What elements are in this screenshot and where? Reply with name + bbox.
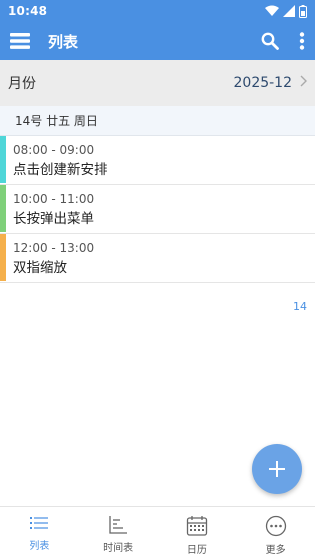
nav-item-list[interactable]: 列表	[0, 507, 79, 560]
status-icons	[265, 4, 307, 18]
day-count: 14	[293, 300, 307, 313]
event-color-bar	[0, 185, 6, 232]
day-header: 14号 廿五 周日	[0, 106, 315, 136]
nav-label: 更多	[265, 545, 286, 556]
nav-label: 时间表	[103, 543, 134, 554]
month-selector[interactable]: 月份 2025-12	[0, 60, 315, 106]
signal-icon	[283, 5, 295, 17]
event-time: 10:00 - 11:00	[13, 192, 95, 206]
app-bar: 列表	[0, 22, 315, 60]
search-icon[interactable]	[261, 32, 279, 50]
nav-item-timetable[interactable]: 时间表	[79, 507, 158, 560]
nav-label: 列表	[29, 541, 50, 552]
wifi-icon	[265, 5, 279, 16]
event-item[interactable]: 12:00 - 13:00 双指缩放	[0, 234, 315, 283]
status-time: 10:48	[8, 4, 48, 18]
more-vert-icon[interactable]	[299, 32, 305, 50]
event-item[interactable]: 10:00 - 11:00 长按弹出菜单	[0, 185, 315, 234]
more-icon	[265, 515, 286, 537]
month-value: 2025-12	[233, 75, 293, 91]
battery-icon	[299, 4, 307, 18]
status-bar: 10:48	[0, 0, 315, 22]
event-time: 08:00 - 09:00	[13, 143, 95, 157]
calendar-icon	[186, 516, 208, 536]
page-title: 列表	[48, 32, 79, 51]
day-header-text: 14号 廿五 周日	[15, 114, 98, 128]
chevron-right-icon	[300, 75, 307, 91]
event-item[interactable]: 08:00 - 09:00 点击创建新安排	[0, 136, 315, 185]
month-label: 月份	[8, 76, 36, 92]
add-button[interactable]	[252, 444, 302, 494]
nav-item-more[interactable]: 更多	[236, 507, 315, 560]
bottom-nav: 列表 时间表 日历 更多	[0, 506, 315, 560]
event-list: 08:00 - 09:00 点击创建新安排 10:00 - 11:00 长按弹出…	[0, 136, 315, 283]
timeline-icon	[109, 516, 128, 534]
event-title: 长按弹出菜单	[13, 211, 94, 227]
menu-icon[interactable]	[10, 33, 30, 49]
nav-label: 日历	[186, 545, 207, 556]
event-time: 12:00 - 13:00	[13, 241, 95, 255]
nav-item-calendar[interactable]: 日历	[158, 507, 237, 560]
event-color-bar	[0, 234, 6, 281]
event-title: 双指缩放	[13, 260, 67, 276]
event-title: 点击创建新安排	[13, 162, 108, 178]
event-color-bar	[0, 136, 6, 183]
plus-icon	[269, 461, 285, 477]
list-icon	[30, 517, 49, 529]
app-actions	[261, 32, 305, 50]
